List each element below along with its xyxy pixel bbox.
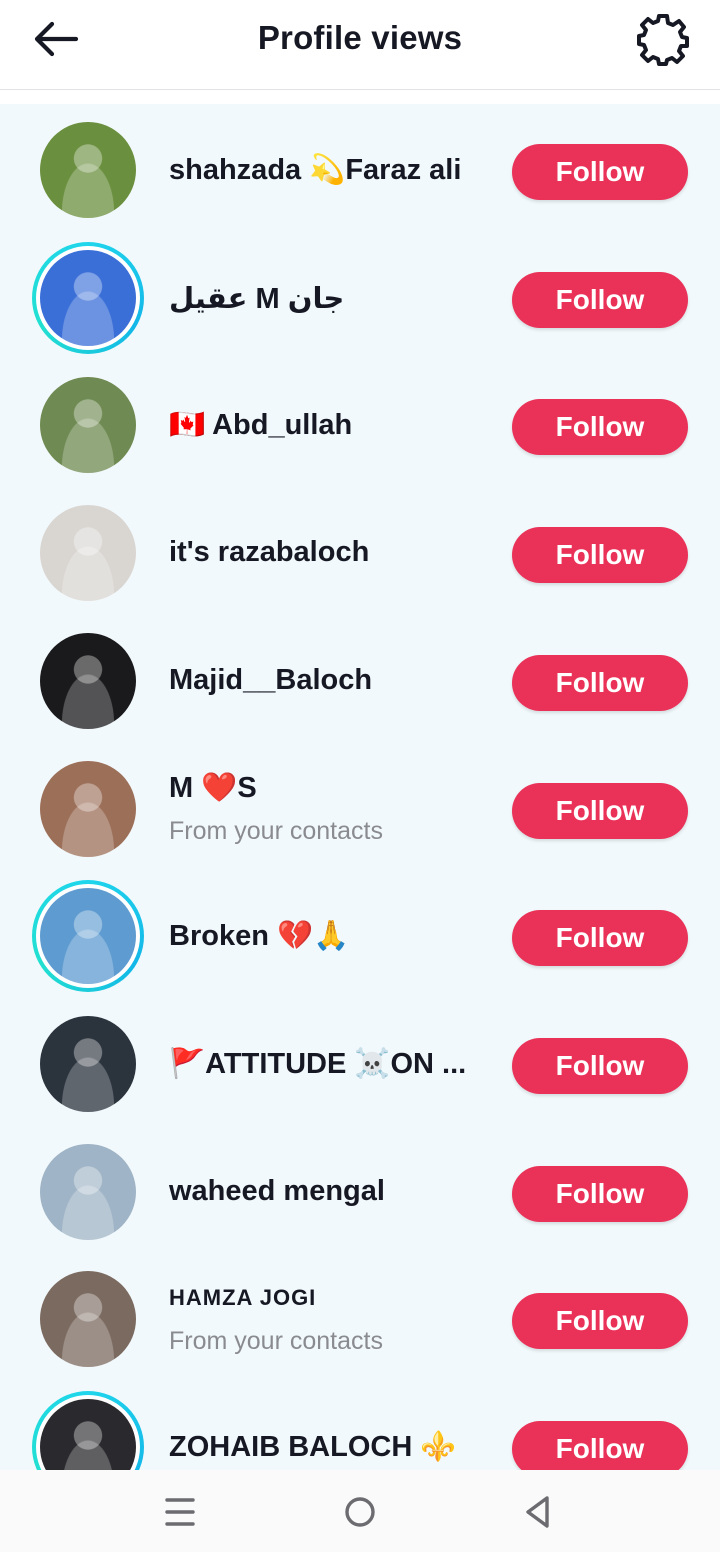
viewer-username[interactable]: 🇨🇦 Abd_ullah <box>169 408 352 442</box>
follow-button[interactable]: Follow <box>512 271 688 328</box>
viewer-row[interactable]: Broken 💔🙏 Follow <box>0 872 720 1000</box>
avatar <box>40 1015 136 1112</box>
viewer-username[interactable]: shahzada 💫Faraz ali <box>169 153 461 187</box>
avatar-story-ring[interactable] <box>32 880 144 993</box>
follow-button[interactable]: Follow <box>512 399 688 456</box>
viewer-row[interactable]: HAMZA JOGI From your contacts Follow <box>0 1255 720 1383</box>
avatar-frame <box>36 245 140 350</box>
circle-home-icon <box>345 1497 375 1527</box>
viewer-username[interactable]: M ❤️S <box>169 771 257 805</box>
avatar <box>40 888 136 985</box>
viewer-row[interactable]: 🇨🇦 Abd_ullah Follow <box>0 361 720 489</box>
follow-button[interactable]: Follow <box>512 654 688 711</box>
avatar <box>40 505 136 602</box>
avatar-frame <box>40 632 136 729</box>
avatar-container[interactable] <box>32 625 144 737</box>
avatar-frame <box>40 760 136 857</box>
avatar-container[interactable] <box>32 1263 144 1375</box>
follow-button[interactable]: Follow <box>512 527 688 584</box>
viewer-row[interactable]: it's razabaloch Follow <box>0 489 720 617</box>
avatar <box>40 1399 136 1470</box>
avatar-frame <box>36 1395 140 1470</box>
viewer-username[interactable]: it's razabaloch <box>169 536 369 569</box>
follow-button[interactable]: Follow <box>512 1037 688 1094</box>
viewer-row[interactable]: ZOHAIB BALOCH ⚜️ Follow <box>0 1383 720 1470</box>
gear-icon <box>637 14 689 66</box>
avatar-frame <box>36 884 140 989</box>
viewer-row[interactable]: 🚩ATTITUDE ☠️ON ... Follow <box>0 1000 720 1128</box>
viewer-subtitle: From your contacts <box>169 1327 383 1356</box>
app-header: Profile views <box>0 0 720 90</box>
page-title: Profile views <box>257 19 463 56</box>
avatar-container[interactable] <box>32 753 144 865</box>
avatar-frame <box>40 505 136 602</box>
viewer-row[interactable]: shahzada 💫Faraz ali Follow <box>0 106 720 234</box>
home-button[interactable] <box>338 1490 382 1534</box>
viewer-username[interactable]: عقیل M جان <box>169 281 344 316</box>
avatar <box>40 1271 136 1368</box>
viewer-username[interactable]: Broken 💔🙏 <box>169 919 349 953</box>
recents-button[interactable] <box>158 1490 202 1534</box>
viewer-username[interactable]: 🚩ATTITUDE ☠️ON ... <box>169 1047 466 1081</box>
follow-button[interactable]: Follow <box>512 910 688 967</box>
viewer-username[interactable]: ZOHAIB BALOCH ⚜️ <box>169 1430 456 1464</box>
avatar-story-ring[interactable] <box>32 1391 144 1470</box>
avatar <box>40 760 136 857</box>
avatar <box>40 122 136 218</box>
viewer-subtitle: From your contacts <box>169 816 383 845</box>
viewer-username[interactable]: HAMZA JOGI <box>169 1285 316 1311</box>
avatar-container[interactable] <box>32 114 144 226</box>
avatar-frame <box>40 1271 136 1368</box>
viewer-row[interactable]: عقیل M جان Follow <box>0 234 720 362</box>
avatar-container[interactable] <box>32 1008 144 1120</box>
avatar-frame <box>40 377 136 474</box>
avatar-container[interactable] <box>32 1136 144 1248</box>
follow-button[interactable]: Follow <box>512 782 688 839</box>
avatar-container[interactable] <box>32 497 144 609</box>
avatar <box>40 1143 136 1240</box>
viewer-username[interactable]: waheed mengal <box>169 1175 385 1208</box>
avatar-frame <box>40 1143 136 1240</box>
viewer-username[interactable]: Majid__Baloch <box>169 664 372 697</box>
avatar <box>40 632 136 729</box>
avatar-story-ring[interactable] <box>32 241 144 354</box>
viewer-row[interactable]: waheed mengal Follow <box>0 1128 720 1256</box>
menu-lines-icon <box>165 1498 195 1526</box>
avatar <box>40 249 136 346</box>
viewer-row[interactable]: M ❤️S From your contacts Follow <box>0 745 720 873</box>
avatar-frame <box>40 1015 136 1112</box>
follow-button[interactable]: Follow <box>512 1293 688 1350</box>
profile-viewers-list[interactable]: shahzada 💫Faraz ali Follow عقیل M جان Follo… <box>0 104 720 1470</box>
system-back-button[interactable] <box>516 1490 560 1534</box>
viewer-row[interactable]: Majid__Baloch Follow <box>0 617 720 745</box>
follow-button[interactable]: Follow <box>512 1165 688 1222</box>
system-navigation-bar <box>0 1470 720 1552</box>
settings-button[interactable] <box>636 13 690 67</box>
avatar-container[interactable] <box>32 369 144 481</box>
avatar <box>40 377 136 474</box>
follow-button[interactable]: Follow <box>512 144 688 200</box>
avatar-frame <box>40 122 136 218</box>
follow-button[interactable]: Follow <box>512 1421 688 1470</box>
triangle-back-icon <box>526 1496 549 1528</box>
